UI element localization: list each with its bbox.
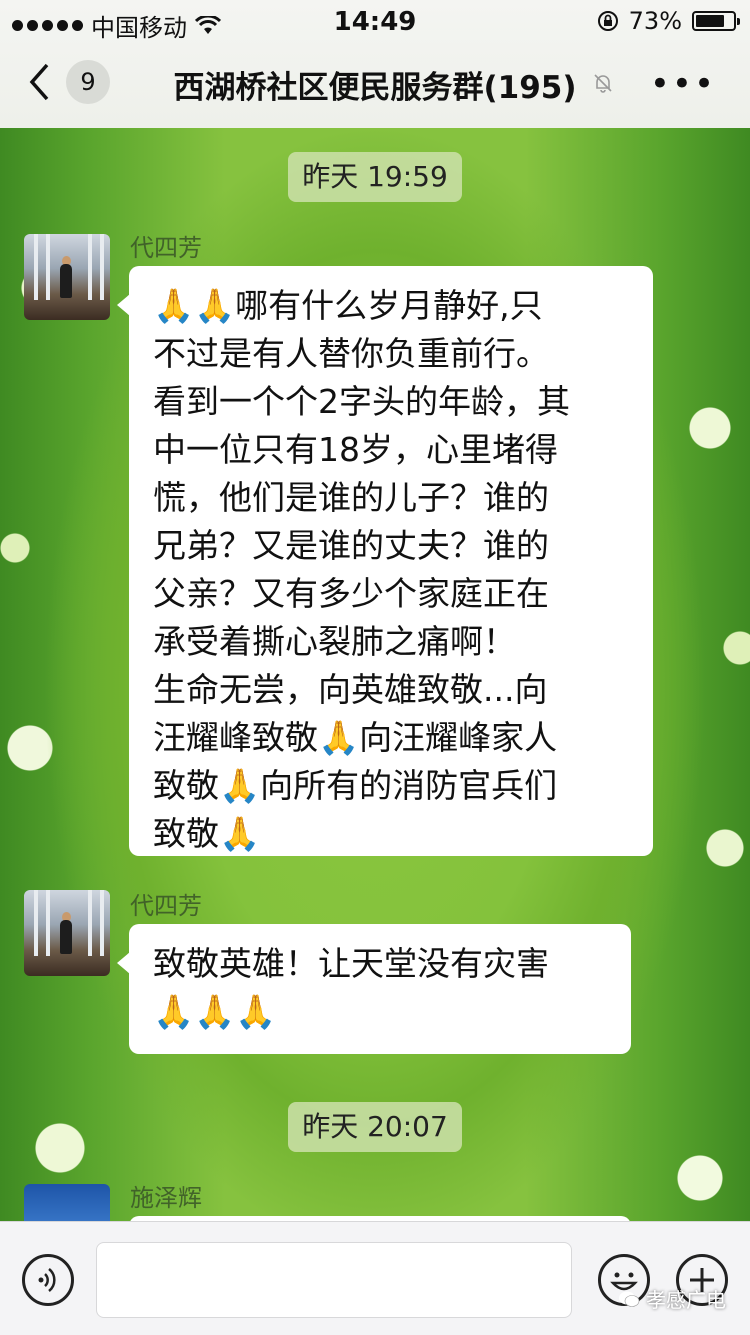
mute-bell-icon xyxy=(594,74,612,93)
message-line: 兄弟？又是谁的丈夫？谁的 xyxy=(153,526,549,565)
message-line: 承受着撕心裂肺之痛啊！ xyxy=(153,622,516,661)
input-bar xyxy=(0,1221,750,1335)
chat-area[interactable]: 昨天 19:59 代四芳 🙏🙏哪有什么岁月静好,只 不过是有人替你负重前行。 看… xyxy=(0,128,750,1221)
rotation-lock-icon xyxy=(597,11,618,31)
message-bubble[interactable]: 致敬英雄！让天堂没有灾害 🙏🙏🙏 xyxy=(117,924,631,1054)
timestamp-pill: 昨天 19:59 xyxy=(288,152,462,202)
sender-name: 代四芳 xyxy=(130,892,202,920)
more-dots-icon[interactable]: ••• xyxy=(650,64,716,104)
sender-name: 施泽辉 xyxy=(130,1184,202,1212)
message-line: 致敬🙏向所有的消防官兵们 xyxy=(153,766,558,805)
message-line: 父亲？又有多少个家庭正在 xyxy=(153,574,549,613)
message-line: 看到一个个2字头的年龄，其 xyxy=(153,382,570,421)
message-line: 慌，他们是谁的儿子？谁的 xyxy=(153,478,549,517)
message-line: 汪耀峰致敬🙏向汪耀峰家人 xyxy=(153,718,558,757)
status-right: 73% xyxy=(597,7,740,35)
message-line: 不过是有人替你负重前行。 xyxy=(153,334,549,373)
voice-icon[interactable] xyxy=(22,1254,74,1306)
wechat-logo-icon xyxy=(619,1291,640,1307)
sender-name: 代四芳 xyxy=(130,234,202,262)
message-line: 致敬英雄！让天堂没有灾害 xyxy=(153,944,549,983)
top-bar: 中国移动 14:49 73% 9 西湖桥社区便民服务群(195) ••• xyxy=(0,0,750,128)
message-line: 中一位只有18岁，心里堵得 xyxy=(153,430,558,469)
status-bar: 中国移动 14:49 73% xyxy=(0,0,750,42)
battery-percent: 73% xyxy=(628,7,682,35)
nav-bar: 9 西湖桥社区便民服务群(195) ••• xyxy=(0,42,750,128)
message-line: 🙏🙏🙏 xyxy=(153,992,277,1031)
watermark: 孝感广电 xyxy=(618,1284,726,1313)
chat-title: 西湖桥社区便民服务群(195) xyxy=(173,70,577,106)
message-input[interactable] xyxy=(96,1242,572,1318)
timestamp-pill: 昨天 20:07 xyxy=(288,1102,462,1152)
avatar[interactable] xyxy=(24,234,110,320)
battery-icon xyxy=(692,11,740,31)
watermark-text: 孝感广电 xyxy=(646,1288,726,1312)
avatar[interactable] xyxy=(24,890,110,976)
avatar[interactable] xyxy=(24,1184,110,1221)
message-line: 生命无尝，向英雄致敬...向 xyxy=(153,670,548,709)
message-bubble[interactable]: 🙏🙏哪有什么岁月静好,只 不过是有人替你负重前行。 看到一个个2字头的年龄，其 … xyxy=(117,266,653,856)
message-line: 🙏🙏哪有什么岁月静好,只 xyxy=(153,286,543,325)
message-line: 致敬🙏 xyxy=(153,814,261,853)
